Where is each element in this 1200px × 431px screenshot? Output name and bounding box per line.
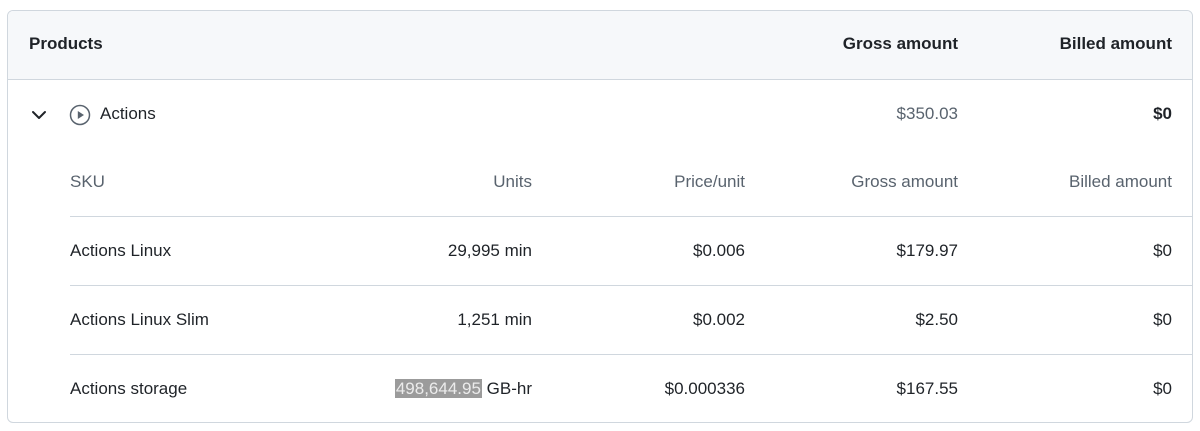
sku-gross-amount: $179.97 bbox=[896, 241, 958, 260]
product-billed-amount: $0 bbox=[1153, 104, 1172, 123]
sku-units: 29,995 min bbox=[448, 241, 532, 261]
sku-gross-amount: $167.55 bbox=[896, 379, 958, 398]
sku-units: 498,644.95 GB-hr bbox=[394, 379, 532, 399]
units-unit: GB-hr bbox=[486, 379, 532, 398]
units-value-highlighted: 498,644.95 bbox=[394, 379, 482, 398]
sku-name: Actions Linux Slim bbox=[70, 310, 209, 329]
sku-price-per-unit: $0.002 bbox=[693, 310, 745, 329]
chevron-down-icon[interactable] bbox=[30, 106, 48, 124]
units-column-header: Units bbox=[493, 172, 532, 191]
units-value: 1,251 bbox=[457, 310, 500, 329]
play-circle-icon bbox=[69, 104, 91, 126]
sku-units: 1,251 min bbox=[457, 310, 532, 330]
units-value: 29,995 bbox=[447, 241, 500, 260]
sku-gross-amount-column-header: Gross amount bbox=[851, 172, 958, 191]
sku-gross-amount: $2.50 bbox=[915, 310, 958, 329]
price-per-unit-column-header: Price/unit bbox=[674, 172, 745, 191]
sku-column-header: SKU bbox=[70, 172, 105, 191]
row-divider bbox=[70, 285, 1192, 286]
units-unit: min bbox=[504, 241, 532, 260]
sku-name: Actions Linux bbox=[70, 241, 172, 260]
sku-price-per-unit: $0.006 bbox=[693, 241, 745, 260]
row-divider bbox=[70, 216, 1192, 217]
sku-billed-amount: $0 bbox=[1153, 310, 1172, 329]
sku-name: Actions storage bbox=[70, 379, 188, 398]
sku-billed-amount-column-header: Billed amount bbox=[1068, 172, 1172, 191]
units-unit: min bbox=[504, 310, 532, 329]
product-name: Actions bbox=[100, 104, 156, 123]
table-header: Products Gross amount Billed amount bbox=[8, 11, 1192, 80]
sku-billed-amount: $0 bbox=[1153, 379, 1172, 398]
row-divider bbox=[70, 354, 1192, 355]
products-column-header: Products bbox=[29, 34, 103, 53]
product-gross-amount: $350.03 bbox=[896, 104, 958, 123]
gross-amount-column-header: Gross amount bbox=[842, 34, 958, 53]
sku-price-per-unit: $0.000336 bbox=[664, 379, 745, 398]
billing-usage-panel: Products Gross amount Billed amount Acti… bbox=[7, 10, 1193, 423]
billed-amount-column-header: Billed amount bbox=[1059, 34, 1172, 53]
sku-billed-amount: $0 bbox=[1153, 241, 1172, 260]
